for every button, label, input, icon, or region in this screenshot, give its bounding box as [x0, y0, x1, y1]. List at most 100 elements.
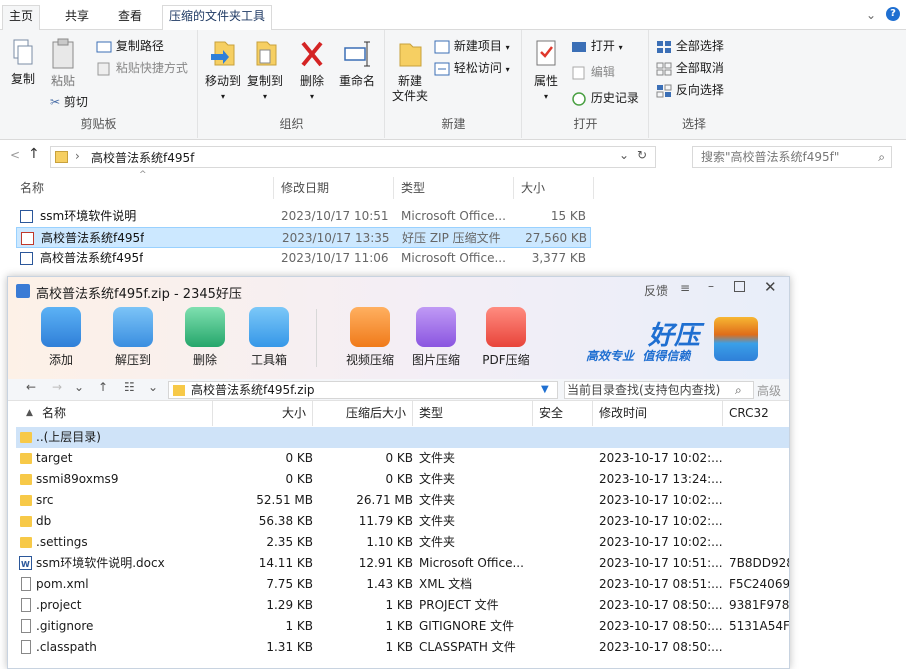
- chevron-down-icon[interactable]: ⌄: [866, 8, 876, 22]
- properties-button[interactable]: 属性 ▾: [529, 38, 563, 104]
- back-arrow-icon[interactable]: ←: [26, 380, 36, 394]
- brand-slogan: 高效专业 值得信赖: [586, 349, 691, 363]
- paste-shortcut-button[interactable]: 粘贴快捷方式: [96, 58, 188, 78]
- easy-access-button[interactable]: 轻松访问 ▾: [434, 58, 510, 78]
- group-new: 新建 文件夹 新建项目 ▾ 轻松访问 ▾ 新建: [386, 30, 522, 138]
- add-button[interactable]: 添加: [32, 307, 90, 368]
- move-to-button[interactable]: 移动到 ▾: [203, 38, 243, 104]
- invert-selection-button[interactable]: 反向选择: [656, 80, 724, 100]
- rename-button[interactable]: 重命名: [335, 38, 379, 89]
- archive-entry-name: .classpath: [36, 640, 97, 654]
- back-arrow-icon[interactable]: <: [10, 148, 20, 162]
- move-to-icon: [211, 41, 235, 66]
- refresh-icon[interactable]: ↻: [637, 148, 647, 162]
- cut-button[interactable]: ✂ 剪切: [50, 92, 88, 112]
- view-mode-icon[interactable]: ☷: [124, 380, 135, 394]
- add-label: 添加: [48, 353, 73, 367]
- haozip-col-security[interactable]: 安全: [533, 401, 593, 426]
- video-compress-button[interactable]: 视频压缩: [340, 307, 400, 368]
- paste-button[interactable]: 粘贴: [46, 38, 80, 89]
- image-compress-button[interactable]: 图片压缩: [406, 307, 466, 368]
- open-button[interactable]: 打开 ▾: [571, 36, 623, 56]
- pdf-compress-button[interactable]: PDF压缩: [474, 307, 538, 368]
- forward-arrow-icon[interactable]: →: [52, 380, 62, 394]
- archive-row[interactable]: target 0 KB 0 KB 文件夹 2023-10-17 10:02:...: [16, 448, 789, 469]
- history-label: 历史记录: [590, 91, 639, 105]
- new-folder-button[interactable]: 新建 文件夹: [390, 38, 430, 104]
- feedback-link[interactable]: 反馈: [644, 282, 668, 299]
- haozip-delete-button[interactable]: 删除: [176, 307, 234, 368]
- select-none-button[interactable]: 全部取消: [656, 58, 724, 78]
- archive-entry-size: 7.75 KB: [266, 577, 313, 591]
- advanced-search-link[interactable]: 高级: [757, 382, 781, 399]
- archive-entry-modified: 2023-10-17 10:51:...: [599, 556, 723, 570]
- history-button[interactable]: 历史记录: [571, 88, 639, 108]
- archive-entry-modified: 2023-10-17 10:02:...: [599, 493, 723, 507]
- haozip-col-type[interactable]: 类型: [413, 401, 533, 426]
- archive-row[interactable]: ssm环境软件说明.docx 14.11 KB 12.91 KB Microsoft …: [16, 553, 789, 574]
- new-item-button[interactable]: 新建项目 ▾: [434, 36, 510, 56]
- archive-row[interactable]: pom.xml 7.75 KB 1.43 KB XML 文档 2023-10-17 08…: [16, 574, 789, 595]
- archive-row[interactable]: .gitignore 1 KB 1 KB GITIGNORE 文件 2023-10-17…: [16, 616, 789, 637]
- maximize-icon[interactable]: [734, 281, 745, 292]
- extract-button[interactable]: 解压到: [104, 307, 162, 368]
- new-folder-label: 新建 文件夹: [391, 74, 428, 103]
- delete-label: 删除: [299, 74, 324, 88]
- haozip-title: 高校普法系统f495f.zip - 2345好压: [36, 287, 242, 302]
- tab-view[interactable]: 查看: [112, 6, 148, 26]
- close-icon[interactable]: ✕: [764, 278, 777, 296]
- file-row[interactable]: ssm环境软件说明 2023/10/17 10:51 Microsoft Offic…: [16, 206, 591, 227]
- column-header-size[interactable]: 大小: [514, 177, 594, 199]
- archive-row[interactable]: ssmi89oxms9 0 KB 0 KB 文件夹 2023-10-17 13:24:.…: [16, 469, 789, 490]
- haozip-col-packed[interactable]: 压缩后大小: [313, 401, 413, 426]
- history-dropdown-icon[interactable]: ⌄: [74, 380, 84, 394]
- edit-label: 编辑: [590, 65, 615, 79]
- image-compress-icon: [416, 307, 456, 347]
- paste-label: 粘贴: [50, 74, 75, 88]
- tab-home[interactable]: 主页: [2, 5, 41, 31]
- copy-path-button[interactable]: 复制路径: [96, 36, 164, 56]
- select-all-button[interactable]: 全部选择: [656, 36, 724, 56]
- delete-button[interactable]: 删除 ▾: [295, 38, 329, 104]
- up-arrow-icon[interactable]: ↑: [28, 146, 40, 162]
- file-icon: [21, 577, 31, 591]
- haozip-col-name[interactable]: ▲ 名称: [16, 401, 213, 426]
- haozip-col-crc[interactable]: CRC32: [723, 401, 789, 426]
- archive-row[interactable]: .classpath 1.31 KB 1 KB CLASSPATH 文件 2023-10…: [16, 637, 789, 658]
- edit-button[interactable]: 编辑: [571, 62, 615, 82]
- up-arrow-icon[interactable]: ↑: [98, 380, 108, 394]
- archive-search-input[interactable]: 当前目录查找(支持包内查找) ⌕: [564, 381, 754, 399]
- archive-row[interactable]: src 52.51 MB 26.71 MB 文件夹 2023-10-17 10:02:.…: [16, 490, 789, 511]
- haozip-col-modified[interactable]: 修改时间: [593, 401, 723, 426]
- dropdown-arrow-icon[interactable]: ▼: [541, 382, 549, 398]
- column-header-type[interactable]: 类型: [394, 177, 514, 199]
- view-dropdown-icon[interactable]: ⌄: [148, 380, 158, 394]
- tab-compressed-folder-tools[interactable]: 压缩的文件夹工具: [162, 5, 273, 31]
- folder-icon: [20, 453, 32, 464]
- edit-icon: [572, 66, 585, 79]
- archive-row[interactable]: .project 1.29 KB 1 KB PROJECT 文件 2023-10-17 …: [16, 595, 789, 616]
- archive-entry-type: Microsoft Office...: [419, 556, 524, 570]
- toolbox-button[interactable]: 工具箱: [240, 307, 298, 368]
- copy-to-button[interactable]: 复制到 ▾: [245, 38, 285, 104]
- address-bar[interactable]: › 高校普法系统f495f ⌄ ↻: [50, 146, 656, 168]
- dropdown-arrow-icon[interactable]: ⌄: [619, 148, 629, 162]
- minimize-icon[interactable]: –: [708, 279, 714, 293]
- help-icon[interactable]: ?: [886, 7, 900, 21]
- tab-share[interactable]: 共享: [59, 6, 95, 26]
- archive-entry-size: 56.38 KB: [258, 514, 313, 528]
- archive-row[interactable]: .settings 2.35 KB 1.10 KB 文件夹 2023-10-17 10:…: [16, 532, 789, 553]
- archive-row[interactable]: ..(上层目录): [16, 427, 789, 448]
- file-row[interactable]: 高校普法系统f495f 2023/10/17 11:06 Microsoft Off…: [16, 248, 591, 269]
- archive-row[interactable]: db 56.38 KB 11.79 KB 文件夹 2023-10-17 10:02:..…: [16, 511, 789, 532]
- copy-button[interactable]: 复制: [6, 38, 40, 87]
- haozip-col-size[interactable]: 大小: [213, 401, 313, 426]
- archive-path-bar[interactable]: 高校普法系统f495f.zip ▼: [168, 381, 558, 399]
- file-row[interactable]: 高校普法系统f495f 2023/10/17 13:35 好压 ZIP 压缩文件 27…: [16, 227, 591, 248]
- menu-icon[interactable]: ≡: [680, 281, 690, 295]
- column-header-date[interactable]: 修改日期: [274, 177, 394, 199]
- column-header-name[interactable]: 名称: [16, 177, 274, 199]
- ribbon-tab-bar: 主页 共享 查看 压缩的文件夹工具 ⌄ ?: [0, 0, 906, 31]
- search-box[interactable]: 搜索"高校普法系统f495f" ⌕: [692, 146, 892, 168]
- haozip-delete-label: 删除: [192, 353, 217, 367]
